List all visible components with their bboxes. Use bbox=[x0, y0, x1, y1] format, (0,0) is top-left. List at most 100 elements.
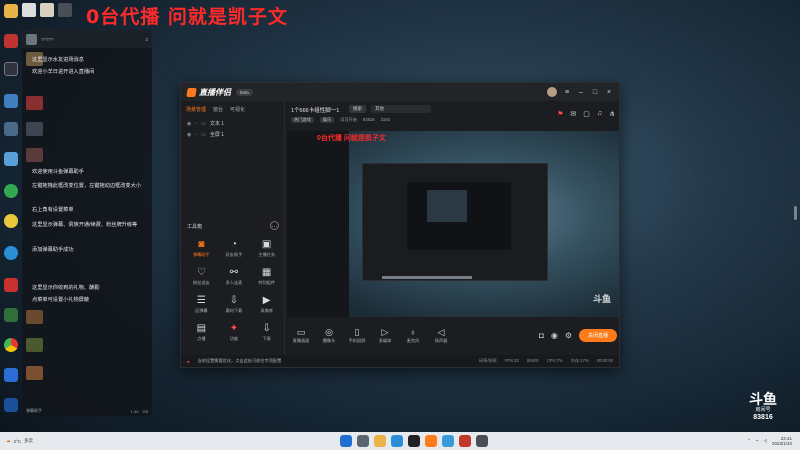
app-icon[interactable] bbox=[2, 368, 20, 390]
status-item: 内存:17% bbox=[570, 358, 589, 363]
maximize-icon[interactable]: □ bbox=[591, 88, 599, 96]
eye-icon[interactable]: ◉ bbox=[187, 121, 191, 127]
tool-fan-gift[interactable]: ♡ 粉丝送友 bbox=[185, 267, 218, 286]
app-icon[interactable] bbox=[476, 435, 488, 447]
edge-icon[interactable] bbox=[391, 435, 403, 447]
tool-download[interactable]: ⇩ 下载 bbox=[250, 323, 283, 342]
qq-icon[interactable] bbox=[2, 214, 20, 236]
stop-live-button[interactable]: 关闭直播 bbox=[579, 328, 617, 342]
app-icon[interactable] bbox=[2, 184, 20, 206]
avatar bbox=[26, 96, 43, 110]
tool-vod[interactable]: ▤ 点播 bbox=[185, 323, 218, 342]
tool-multi-link[interactable]: ⚯ 多人连麦 bbox=[218, 267, 251, 286]
window-icon[interactable]: ▢ bbox=[583, 110, 590, 118]
room-stats: 热门游戏 娱乐 试可开始 83816 3192 bbox=[291, 117, 390, 123]
tab-scenes[interactable]: 场景管理 bbox=[186, 106, 206, 113]
game-icon[interactable] bbox=[2, 34, 20, 56]
lock-icon[interactable]: ▫ bbox=[195, 132, 197, 138]
tool-icon[interactable] bbox=[2, 152, 20, 174]
app-icon[interactable] bbox=[2, 62, 20, 84]
preview-bench bbox=[382, 276, 472, 279]
danmu-chat-panel[interactable]: ????? 2 这里显示水友进场消息 欢迎小羊日进开进入直播间 欢迎使用斗鱼弹幕… bbox=[22, 30, 152, 416]
tool-anchor-task[interactable]: ▣ 主播任务 bbox=[250, 239, 283, 258]
heart-hand-icon: ♡ bbox=[196, 267, 206, 278]
room-action-icons: ⚑ ✉ ▢ ♫ ⋔ bbox=[557, 110, 615, 118]
search-icon[interactable] bbox=[357, 435, 369, 447]
dota-icon[interactable] bbox=[58, 3, 72, 17]
scene-item[interactable]: ◉ ▫ ▭ 全屏 1 bbox=[181, 129, 284, 140]
app-icon[interactable] bbox=[442, 435, 454, 447]
tool-friend-assistant[interactable]: ◔ 好友助手 bbox=[218, 239, 251, 258]
game-icon[interactable] bbox=[40, 3, 54, 17]
eye-icon[interactable]: ◉ bbox=[551, 331, 558, 340]
room-title[interactable]: 1个666卡组性脚一1 bbox=[291, 106, 339, 114]
folder-icon[interactable] bbox=[2, 4, 20, 26]
tab-window[interactable]: 窗台 bbox=[213, 106, 223, 113]
chrome-icon[interactable] bbox=[2, 338, 20, 360]
mail-icon[interactable]: ✉ bbox=[570, 110, 576, 118]
folder-icon[interactable] bbox=[374, 435, 386, 447]
start-icon[interactable] bbox=[340, 435, 352, 447]
app-icon[interactable] bbox=[459, 435, 471, 447]
more-tools-icon[interactable]: … bbox=[270, 221, 279, 230]
lock-icon[interactable]: ▫ bbox=[195, 121, 197, 127]
microphone-button[interactable]: ♁ 麦克风 bbox=[399, 327, 427, 344]
version-badge[interactable]: beta bbox=[236, 88, 253, 96]
edge-icon[interactable] bbox=[2, 246, 20, 268]
chat-footer-rate: 1.40 bbox=[130, 408, 139, 414]
tool-remote-danmu[interactable]: ☰ 远弹幕 bbox=[185, 295, 218, 314]
monitor-icon: ▭ bbox=[201, 131, 206, 138]
live-companion-icon[interactable] bbox=[425, 435, 437, 447]
tool-special-widget[interactable]: ▦ 特别组件 bbox=[250, 267, 283, 286]
tool-asset-download[interactable]: ⇩ 素材下载 bbox=[218, 295, 251, 314]
avatar[interactable] bbox=[547, 87, 557, 97]
room-number: 83816 bbox=[753, 414, 773, 421]
chat-message: 点菜单可设置小礼物屏蔽 bbox=[32, 297, 90, 303]
avatar bbox=[26, 33, 37, 45]
steam-icon[interactable] bbox=[408, 435, 420, 447]
close-icon[interactable]: × bbox=[605, 88, 613, 96]
live-preview[interactable]: 0台代播 问就是凯子文 斗鱼 bbox=[287, 131, 619, 317]
live-companion-window[interactable]: 直播伴侣 beta ≡ – □ × 场景管理 窗台 可视化 ◉ ▫ ▭ 文本 1… bbox=[180, 82, 620, 368]
record-icon[interactable]: ◘ bbox=[539, 331, 544, 340]
add-screen-button[interactable]: ▭ 直播画面 bbox=[287, 327, 315, 344]
tool-recording-library[interactable]: ▶ 录像库 bbox=[250, 295, 283, 314]
tool-danmu-assistant[interactable]: ◙ 弹幕助手 bbox=[185, 239, 218, 258]
scene-item[interactable]: ◉ ▫ ▭ 文本 1 bbox=[181, 118, 284, 129]
desktop-scroll-handle[interactable] bbox=[794, 206, 797, 220]
room-category-select[interactable]: 其他 bbox=[371, 105, 431, 113]
app-icon[interactable] bbox=[2, 278, 20, 300]
weather-widget[interactable]: ☁ 2°C 多云 bbox=[0, 438, 33, 444]
status-notice[interactable]: 当前设置需要优化，点击此处可前往专项配置 bbox=[198, 358, 282, 364]
room-label: 房间号 bbox=[755, 407, 771, 413]
room-tag[interactable]: 搜索 bbox=[349, 105, 366, 113]
chat-message: 这里显示你收到的礼物、酬勤 bbox=[32, 285, 100, 291]
tool-feature[interactable]: ✦ 功能 bbox=[218, 323, 251, 342]
share-icon[interactable]: ⋔ bbox=[609, 110, 615, 118]
avatar bbox=[26, 338, 43, 352]
book-icon: ▤ bbox=[196, 323, 207, 334]
network-icon[interactable]: ⌁ bbox=[756, 438, 759, 444]
settings-icon[interactable] bbox=[2, 122, 20, 144]
recycle-bin-icon[interactable] bbox=[22, 3, 36, 17]
tray-chevron-icon[interactable]: ⌃ bbox=[747, 438, 751, 444]
bell-icon[interactable]: ♫ bbox=[597, 110, 602, 118]
media-button[interactable]: ▷ 多媒体 bbox=[371, 327, 399, 344]
menu-icon[interactable]: ≡ bbox=[563, 88, 571, 96]
tool-icon[interactable] bbox=[2, 94, 20, 116]
speaker-button[interactable]: ◁ 扬声器 bbox=[427, 327, 455, 344]
app-icon[interactable] bbox=[2, 308, 20, 330]
app-icon[interactable] bbox=[2, 398, 20, 420]
avatar bbox=[26, 366, 43, 380]
phone-cast-button[interactable]: ▯ 手机投屏 bbox=[343, 327, 371, 344]
tab-visual[interactable]: 可视化 bbox=[230, 106, 245, 113]
minimize-icon[interactable]: – bbox=[577, 88, 585, 96]
alert-icon[interactable]: ⚑ bbox=[557, 110, 563, 118]
volume-icon[interactable]: ◁ bbox=[764, 438, 767, 444]
camera-button[interactable]: ◎ 摄像头 bbox=[315, 327, 343, 344]
window-titlebar[interactable]: 直播伴侣 beta ≡ – □ × bbox=[181, 83, 619, 101]
gear-icon[interactable]: ⚙ bbox=[565, 331, 572, 340]
clock[interactable]: 22:41 2023/1/10 bbox=[772, 436, 792, 446]
eye-icon[interactable]: ◉ bbox=[187, 132, 191, 138]
chat-bubble-icon: ◙ bbox=[198, 239, 205, 250]
